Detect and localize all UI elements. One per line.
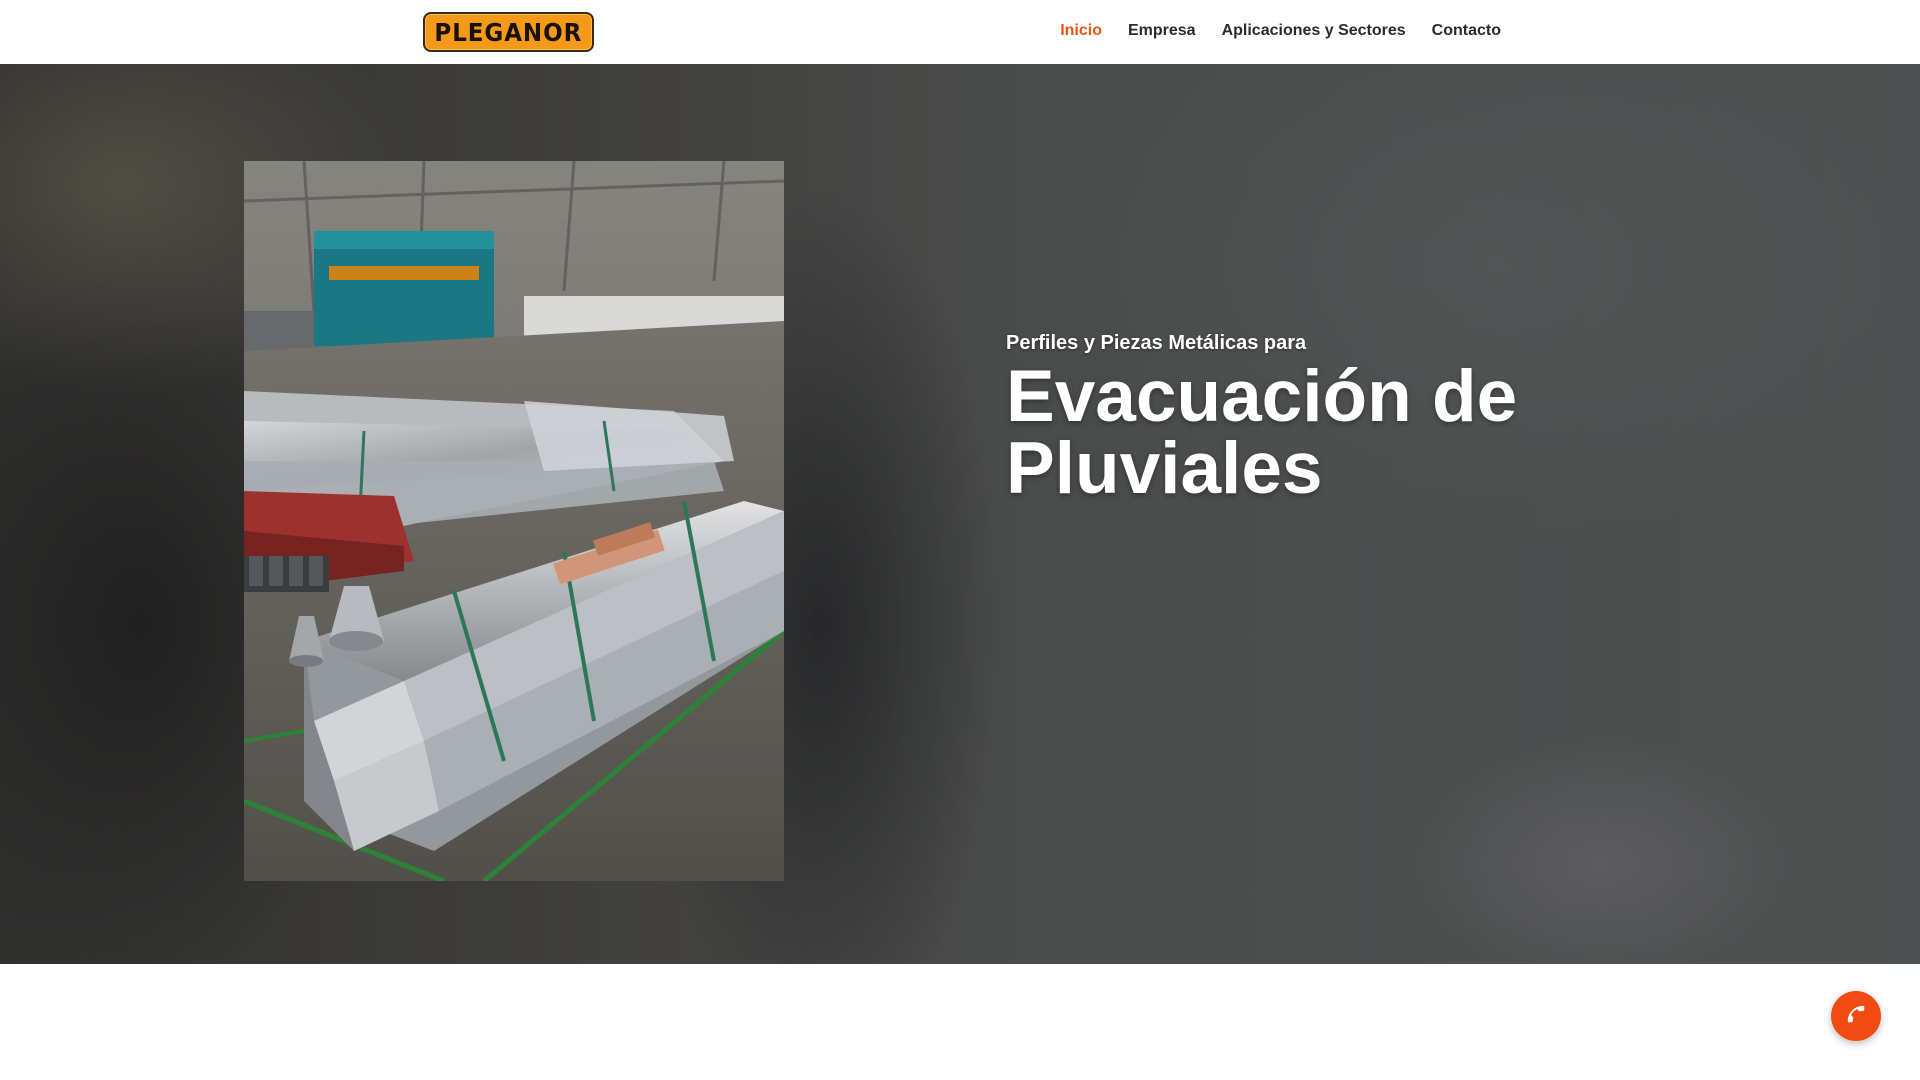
call-button[interactable] bbox=[1831, 991, 1881, 1041]
nav-item-contacto[interactable]: Contacto bbox=[1432, 22, 1501, 40]
nav-item-aplicaciones-y-sectores[interactable]: Aplicaciones y Sectores bbox=[1222, 22, 1406, 40]
hero-section: Perfiles y Piezas Metálicas para Evacuac… bbox=[0, 64, 1920, 964]
hero-text-block: Perfiles y Piezas Metálicas para Evacuac… bbox=[1006, 332, 1566, 505]
hero-subtitle: Perfiles y Piezas Metálicas para bbox=[1006, 332, 1307, 354]
factory-photo bbox=[244, 161, 784, 881]
nav-item-inicio[interactable]: Inicio bbox=[1060, 22, 1102, 40]
logo-text: PLEGANOR bbox=[434, 17, 583, 47]
site-header: PLEGANOR Inicio Empresa Aplicaciones y S… bbox=[0, 0, 1920, 64]
phone-icon bbox=[1845, 1003, 1867, 1030]
hero-title-line-2: Pluviales bbox=[1006, 428, 1323, 509]
hero-title: Evacuación de Pluviales bbox=[1006, 360, 1566, 505]
hero-title-line-1: Evacuación de bbox=[1006, 356, 1518, 437]
pleganor-logo[interactable]: PLEGANOR bbox=[423, 12, 594, 52]
main-nav: Inicio Empresa Aplicaciones y Sectores C… bbox=[1060, 22, 1501, 40]
nav-item-empresa[interactable]: Empresa bbox=[1128, 22, 1196, 40]
